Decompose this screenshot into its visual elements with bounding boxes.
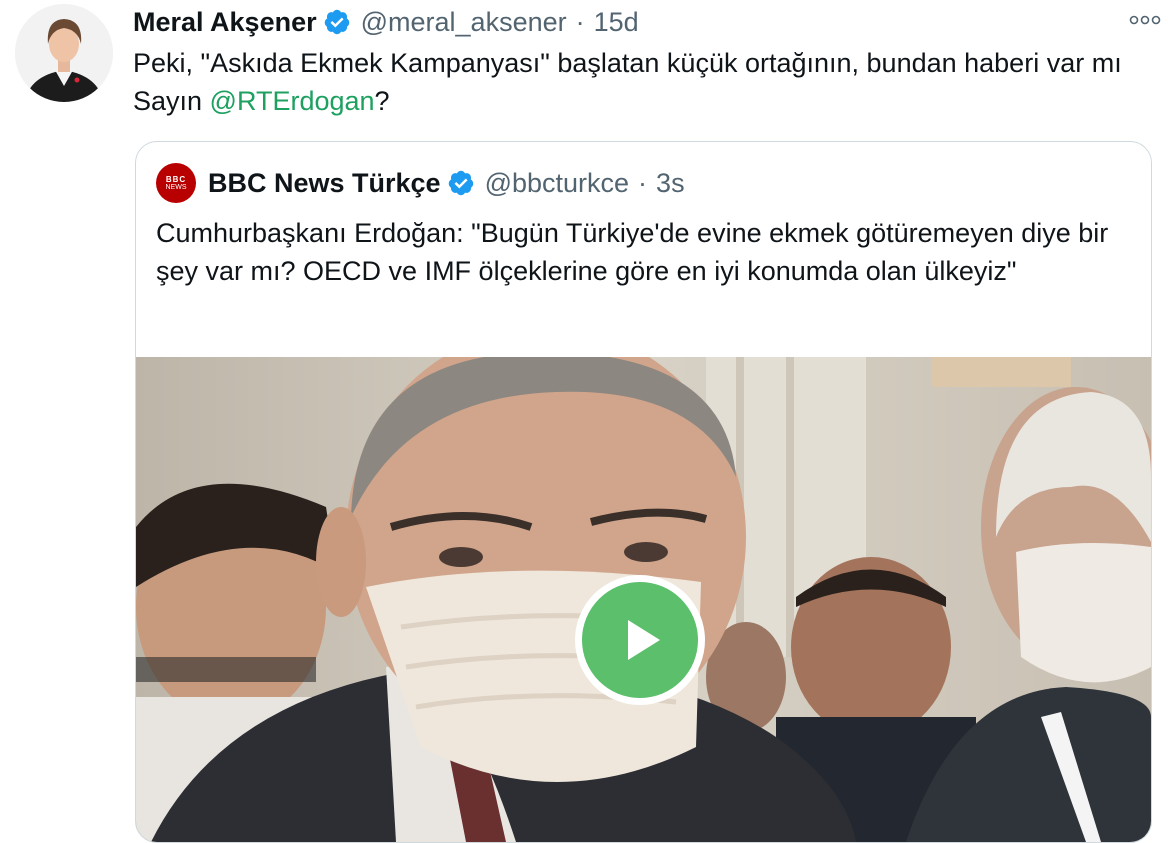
- quoted-tweet-timestamp[interactable]: 3s: [656, 168, 685, 199]
- tweet-timestamp[interactable]: 15d: [594, 7, 639, 38]
- video-thumbnail[interactable]: [136, 357, 1151, 842]
- more-options-icon[interactable]: [1128, 8, 1162, 32]
- bbc-logo-text: BBC: [165, 174, 187, 184]
- quoted-author-handle[interactable]: @bbcturkce: [485, 168, 629, 199]
- tweet-text-end: ?: [374, 86, 390, 116]
- separator-dot: ·: [575, 6, 585, 37]
- author-handle[interactable]: @meral_aksener: [361, 7, 567, 38]
- quoted-author-name[interactable]: BBC News Türkçe: [208, 168, 441, 199]
- verified-badge-icon: [323, 8, 351, 36]
- tweet-text: Peki, "Askıda Ekmek Kampanyası" başlatan…: [133, 44, 1158, 120]
- verified-badge-icon: [447, 169, 475, 197]
- quoted-tweet-header: BBC NEWS BBC News Türkçe @bbcturkce · 3s: [156, 162, 685, 204]
- play-button[interactable]: [575, 575, 705, 705]
- author-name[interactable]: Meral Akşener: [133, 7, 317, 38]
- news-logo-text: NEWS: [165, 183, 187, 191]
- tweet-header: Meral Akşener @meral_aksener · 15d: [133, 2, 639, 42]
- quoted-tweet-text: Cumhurbaşkanı Erdoğan: "Bugün Türkiye'de…: [156, 218, 1109, 286]
- play-icon: [582, 582, 698, 698]
- separator-dot: ·: [638, 167, 648, 198]
- bbc-logo-avatar[interactable]: BBC NEWS: [156, 163, 196, 203]
- mention-link[interactable]: @RTErdogan: [210, 86, 375, 116]
- author-avatar[interactable]: [15, 4, 113, 102]
- avatar-image: [15, 4, 113, 102]
- quoted-tweet-card[interactable]: BBC NEWS BBC News Türkçe @bbcturkce · 3s…: [135, 141, 1152, 843]
